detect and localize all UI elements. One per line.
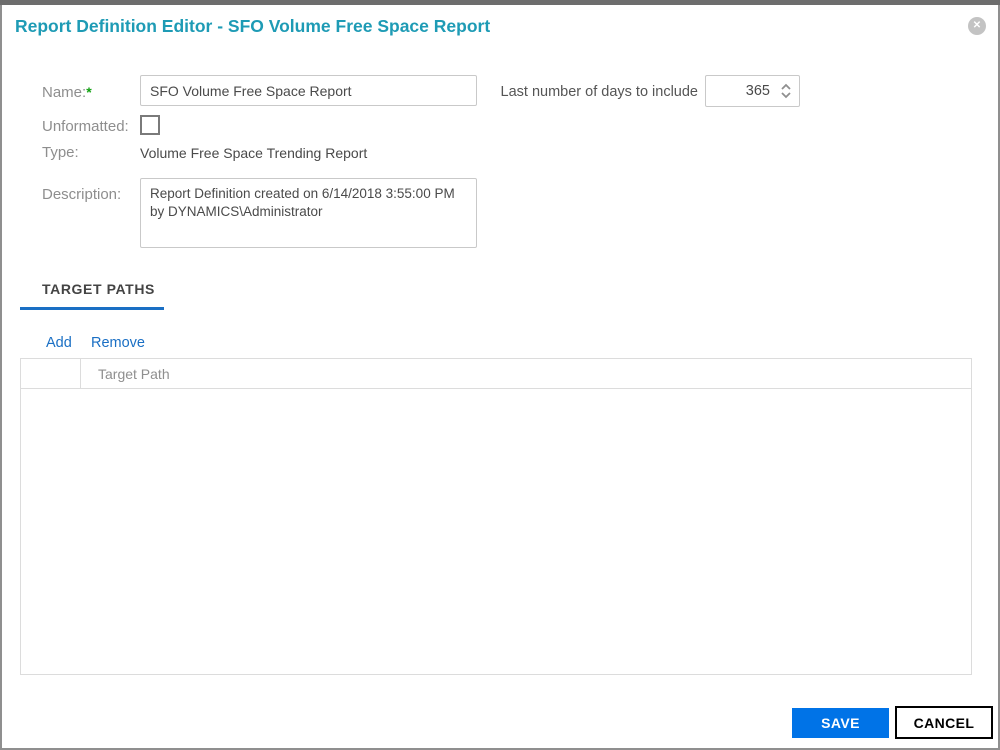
unformatted-label: Unformatted: xyxy=(42,118,129,135)
dialog-frame: Report Definition Editor - SFO Volume Fr… xyxy=(0,5,1000,750)
table-body-empty[interactable] xyxy=(21,389,971,675)
type-value: Volume Free Space Trending Report xyxy=(140,145,368,161)
tab-target-paths[interactable]: TARGET PATHS xyxy=(42,281,155,297)
add-link[interactable]: Add xyxy=(46,335,72,351)
table-header-select-column xyxy=(21,359,81,388)
unformatted-checkbox[interactable] xyxy=(140,115,160,135)
description-label: Description: xyxy=(42,186,122,203)
dialog-title: Report Definition Editor - SFO Volume Fr… xyxy=(15,16,491,36)
days-to-include-label: Last number of days to include xyxy=(500,84,698,100)
description-textarea[interactable]: Report Definition created on 6/14/2018 3… xyxy=(140,178,477,248)
name-input[interactable] xyxy=(140,75,477,106)
active-tab-indicator xyxy=(20,307,164,310)
table-header-row: Target Path xyxy=(21,359,971,389)
required-asterisk: * xyxy=(86,84,92,100)
days-spinner[interactable] xyxy=(705,75,800,107)
close-button[interactable]: ✕ xyxy=(968,17,986,35)
name-label: Name:* xyxy=(42,84,92,101)
target-paths-table: Target Path xyxy=(20,358,972,675)
spinner-updown-icon[interactable] xyxy=(780,83,792,99)
report-definition-editor-dialog: Report Definition Editor - SFO Volume Fr… xyxy=(0,0,1000,750)
cancel-button[interactable]: CANCEL xyxy=(895,706,993,739)
save-button[interactable]: SAVE xyxy=(792,708,889,738)
days-input[interactable] xyxy=(706,82,772,100)
type-label: Type: xyxy=(42,144,79,161)
remove-link[interactable]: Remove xyxy=(91,335,145,351)
close-icon: ✕ xyxy=(972,20,982,31)
table-header-target-path: Target Path xyxy=(98,365,170,382)
